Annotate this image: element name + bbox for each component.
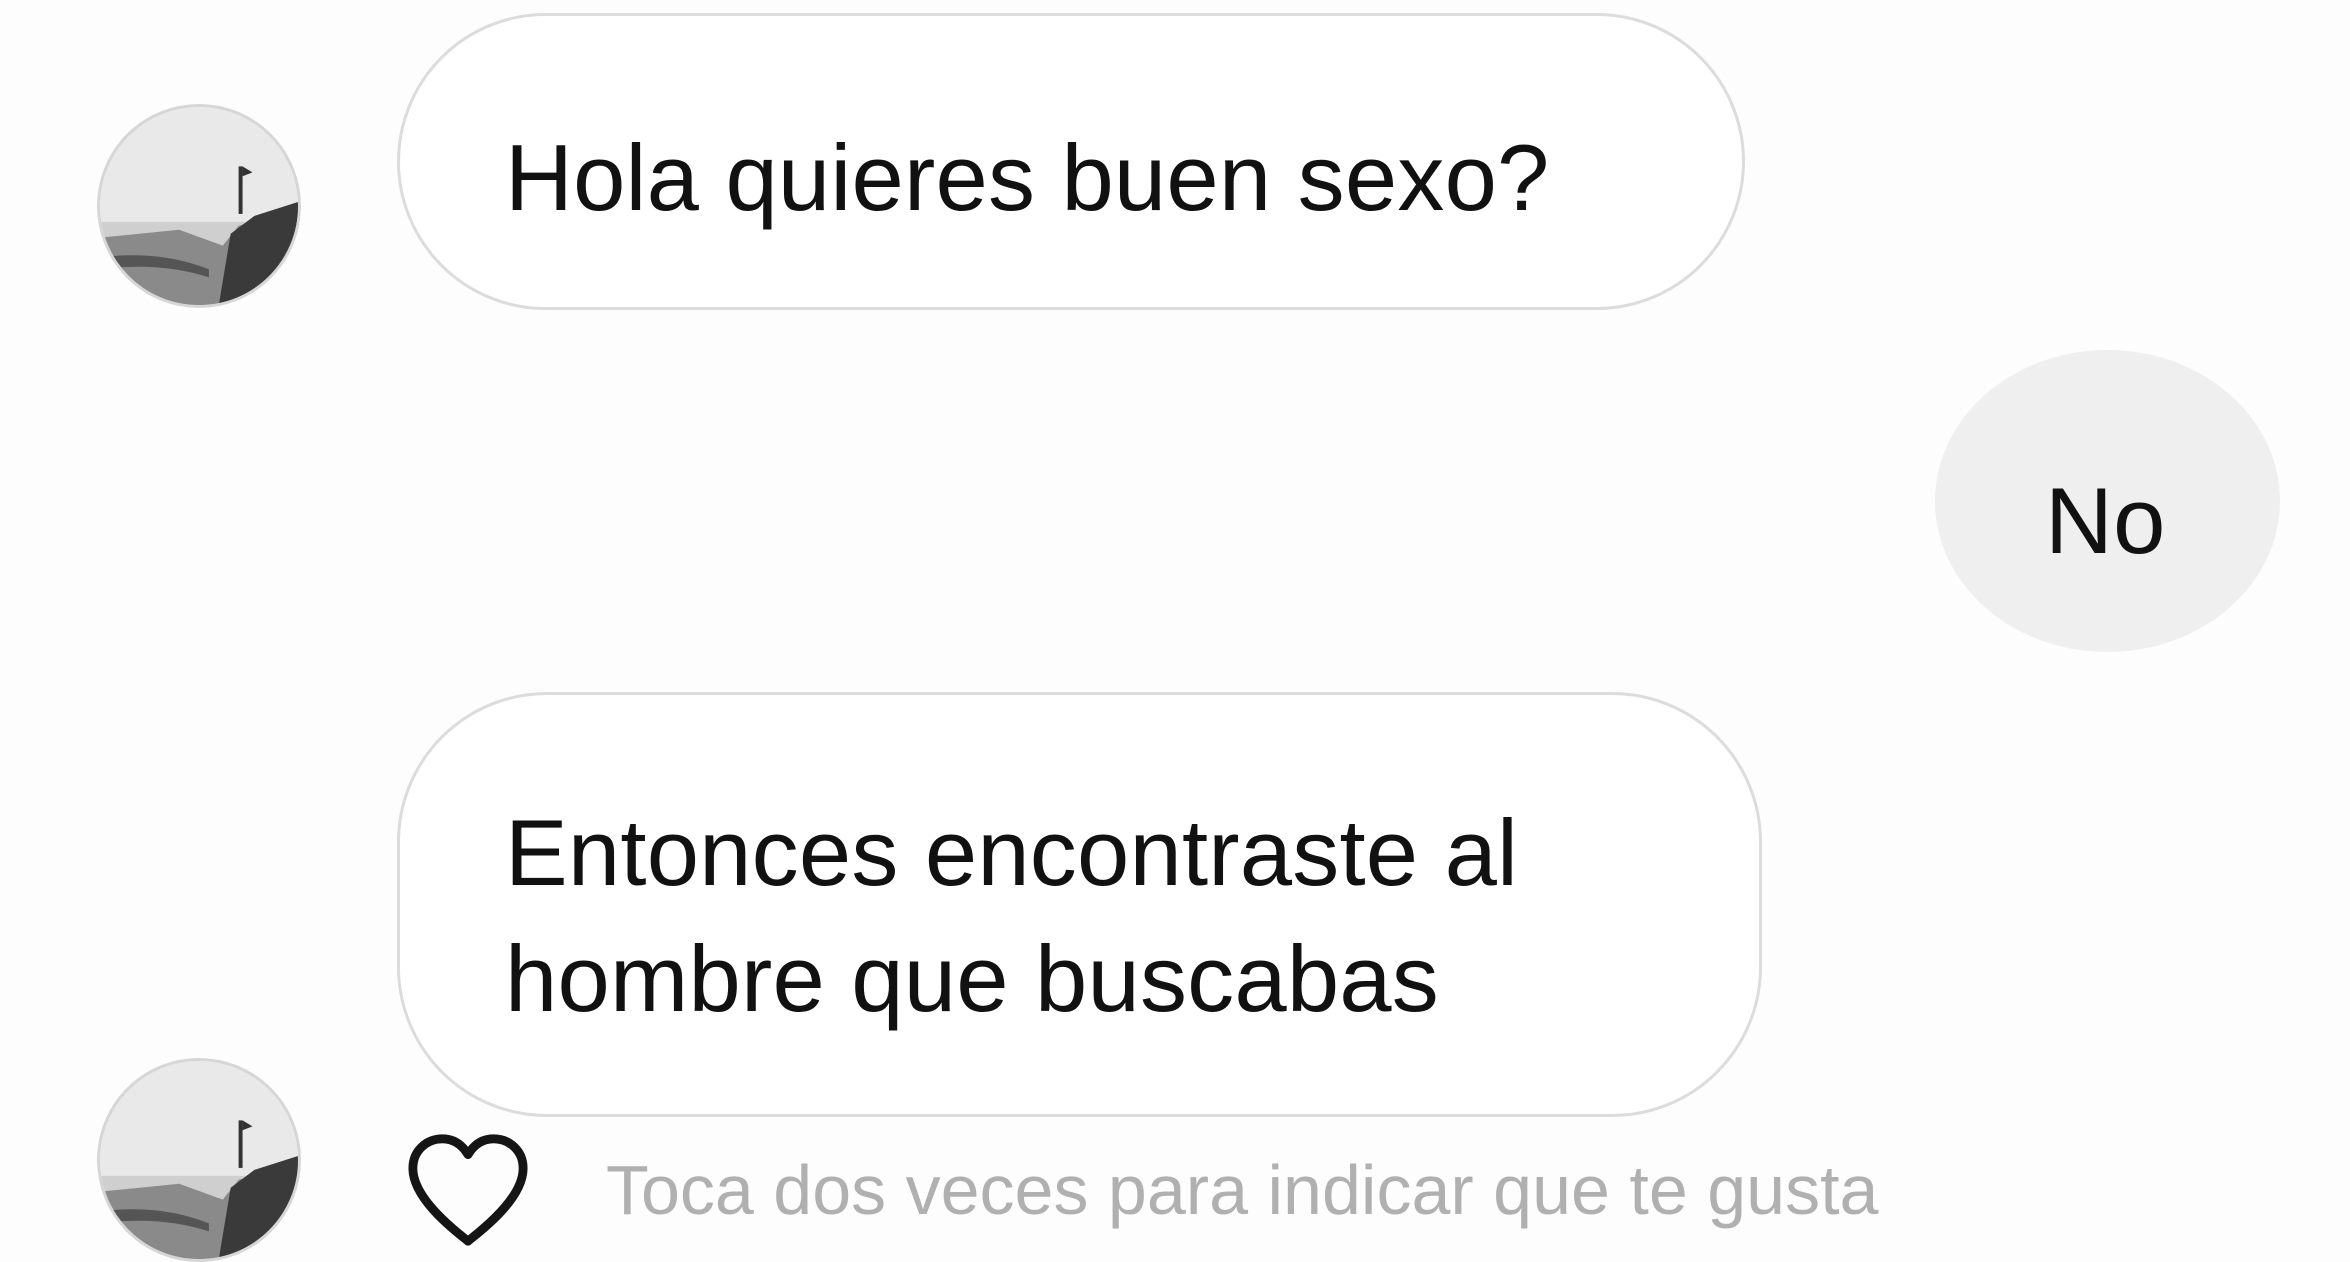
heart-outline-icon[interactable] <box>405 1130 531 1250</box>
avatar-photo <box>100 1061 298 1259</box>
message-text: Entonces encontraste al hombre que busca… <box>505 800 1519 1031</box>
message-bubble-outgoing[interactable]: No <box>1935 350 2280 652</box>
contact-avatar[interactable] <box>97 1058 301 1262</box>
avatar-photo <box>100 107 298 305</box>
chat-thread: Hola quieres buen sexo? No Entonces enco… <box>0 0 2350 1262</box>
message-bubble-incoming[interactable]: Entonces encontraste al hombre que busca… <box>397 692 1762 1117</box>
contact-avatar[interactable] <box>97 104 301 308</box>
message-text: No <box>2045 468 2166 573</box>
message-bubble-incoming[interactable]: Hola quieres buen sexo? <box>397 13 1745 310</box>
like-hint-text: Toca dos veces para indicar que te gusta <box>606 1151 1879 1229</box>
message-text: Hola quieres buen sexo? <box>505 125 1550 230</box>
like-hint-row: Toca dos veces para indicar que te gusta <box>405 1125 1878 1255</box>
